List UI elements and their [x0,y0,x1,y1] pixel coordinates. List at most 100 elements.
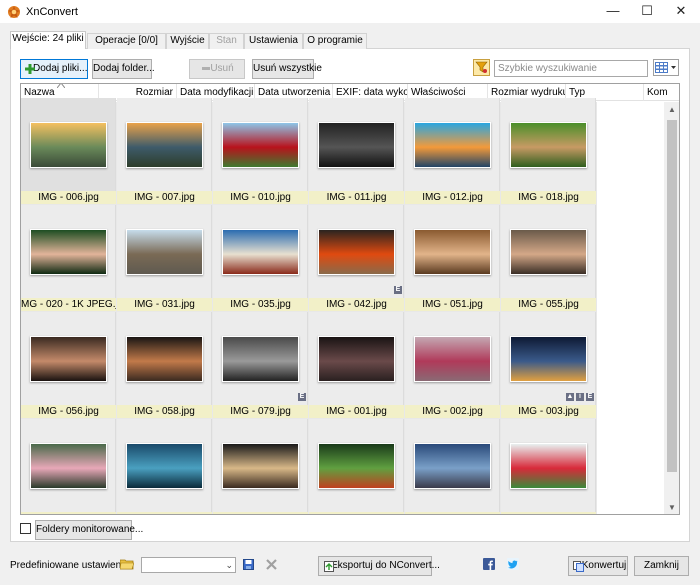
export-nconvert-button[interactable]: Eksportuj do NConvert... [318,556,440,576]
add-files-button[interactable]: Dodaj pliki... [20,59,88,79]
thumbnail-caption: IMG - 058.jpg [117,405,212,418]
close-app-button[interactable]: Zamknij [634,556,689,576]
save-preset-icon[interactable] [243,559,254,570]
vertical-scrollbar[interactable]: ▲ ▼ [664,102,679,514]
view-mode-icon[interactable] [653,59,679,76]
twitter-icon[interactable] [507,558,519,570]
thumbnail-image [318,336,395,382]
thumbnail-image [510,443,587,489]
metadata-badge: E [298,393,306,401]
thumbnail-item[interactable]: IMG - 058.jpg [117,312,212,418]
thumbnail-caption: IMG - 042.jpg [309,298,404,311]
thumbnail-item[interactable] [117,419,212,514]
thumbnail-image [126,229,203,275]
thumbnail-image [318,229,395,275]
thumbnail-item[interactable]: IMG - 012.jpg [405,98,500,204]
remove-all-button[interactable]: Usuń wszystkie [252,59,322,79]
convert-icon [573,561,584,572]
minimize-button[interactable]: — [596,0,630,24]
maximize-button[interactable]: ☐ [630,0,664,24]
remove-button: Usuń [189,59,245,79]
export-nconvert-label: Eksportuj do NConvert... [331,560,440,571]
thumbnail-item[interactable]: IMG - 042.jpg E [309,205,404,311]
thumbnail-caption: IMG - 079.jpg [213,405,308,418]
convert-label: Konwertuj [581,560,627,571]
close-button[interactable]: ✕ [664,0,698,24]
tab-status: Stan [209,33,244,49]
presets-select[interactable]: ⌄ [141,557,236,573]
tab-about[interactable]: O programie [303,33,367,49]
thumbnail-image [318,443,395,489]
title-bar: XnConvert — ☐ ✕ [0,0,700,24]
presets-label: Predefiniowane ustawienia: [10,560,132,571]
tab-output[interactable]: Wyjście [166,33,209,49]
thumbnail-image [414,443,491,489]
thumbnail-item[interactable] [213,419,308,514]
thumbnail-image [510,336,587,382]
thumbnail-caption [501,512,596,514]
column-comment[interactable]: Kom [644,84,679,101]
thumbnail-caption: MG - 020 - 1K JPEG.jpg [21,298,116,311]
open-folder-icon[interactable] [120,558,134,570]
add-folder-button[interactable]: Dodaj folder... [92,59,155,79]
thumbnail-item[interactable] [309,419,404,514]
thumbnail-image [510,122,587,168]
thumbnail-item[interactable]: IMG - 002.jpg [405,312,500,418]
metadata-badge: E [394,286,402,294]
monitored-folders-checkbox[interactable] [20,523,31,534]
thumbnail-image [414,229,491,275]
thumbnail-image [414,122,491,168]
thumbnail-image [222,122,299,168]
window-title: XnConvert [26,6,78,18]
filter-icon[interactable] [473,59,490,76]
thumbnail-item[interactable]: IMG - 006.jpg [21,98,116,204]
thumbnail-item[interactable]: IMG - 079.jpg E [213,312,308,418]
thumbnail-caption: IMG - 010.jpg [213,191,308,204]
tab-settings[interactable]: Ustawienia [244,33,303,49]
thumbnail-item[interactable]: IMG - 007.jpg [117,98,212,204]
add-icon [25,64,35,74]
thumbnail-item[interactable]: IMG - 056.jpg [21,312,116,418]
scroll-down-arrow[interactable]: ▼ [664,500,679,514]
thumbnail-item[interactable]: IMG - 011.jpg [309,98,404,204]
quick-search-input[interactable]: Szybkie wyszukiwanie [494,60,648,77]
thumbnail-item[interactable]: IMG - 018.jpg [501,98,596,204]
tab-operations[interactable]: Operacje [0/0] [87,33,166,49]
thumbnail-item[interactable]: IMG - 055.jpg [501,205,596,311]
thumbnail-image [510,229,587,275]
scroll-up-arrow[interactable]: ▲ [664,102,679,118]
thumbnail-item[interactable]: IMG - 031.jpg [117,205,212,311]
metadata-badge: ▲ [566,393,574,401]
thumbnail-item[interactable]: IMG - 001.jpg [309,312,404,418]
thumbnail-item[interactable] [21,419,116,514]
thumbnail-item[interactable]: IMG - 035.jpg [213,205,308,311]
thumbnail-grid: IMG - 006.jpg IMG - 007.jpg IMG - 010.jpg I… [21,98,597,514]
thumbnail-caption [405,512,500,514]
facebook-icon[interactable] [483,558,495,570]
monitored-folders-button[interactable]: Foldery monitorowane... [35,520,143,540]
delete-preset-icon[interactable] [266,559,277,570]
thumbnail-image [30,336,107,382]
thumbnail-image [222,336,299,382]
file-list[interactable]: Nazwa Rozmiar Data modyfikacji Data utwo… [20,83,680,515]
thumbnail-item[interactable]: MG - 020 - 1K JPEG.jpg [21,205,116,311]
scroll-thumb[interactable] [667,120,677,472]
thumbnail-image [126,336,203,382]
thumbnail-image [414,336,491,382]
convert-button[interactable]: Konwertuj [568,556,628,576]
thumbnail-item[interactable]: IMG - 010.jpg [213,98,308,204]
tab-input[interactable]: Wejście: 24 pliki [10,31,86,49]
thumbnail-caption: IMG - 031.jpg [117,298,212,311]
thumbnail-caption: IMG - 002.jpg [405,405,500,418]
thumbnail-item[interactable]: IMG - 051.jpg [405,205,500,311]
metadata-badge: i [576,393,584,401]
thumbnail-caption [213,512,308,514]
thumbnail-item[interactable] [501,419,596,514]
remove-label: Usuń [210,63,234,74]
thumbnail-item[interactable]: IMG - 003.jpg ▲ i E [501,312,596,418]
thumbnail-caption: IMG - 003.jpg [501,405,596,418]
export-icon [324,561,334,572]
thumbnail-item[interactable] [405,419,500,514]
thumbnail-image [30,443,107,489]
thumbnail-image [126,443,203,489]
